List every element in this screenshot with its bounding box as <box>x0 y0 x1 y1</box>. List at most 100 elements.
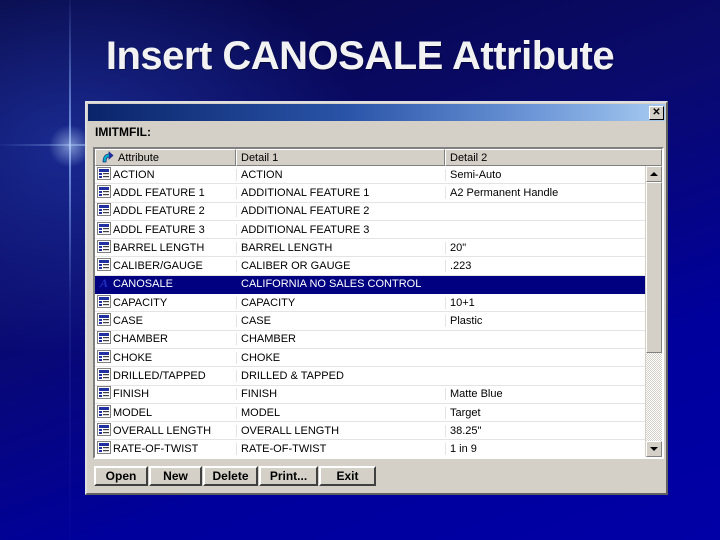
cell-attribute: CHAMBER <box>95 331 236 347</box>
cell-attribute: ACTION <box>95 166 236 183</box>
cell-attribute: ADDL FEATURE 2 <box>95 203 236 219</box>
cell-detail2: .223 <box>445 260 645 273</box>
record-icon <box>97 184 111 201</box>
cell-detail1: MODEL <box>236 406 445 419</box>
record-icon <box>97 313 111 329</box>
record-icon <box>97 367 111 384</box>
cell-attribute-label: ADDL FEATURE 2 <box>113 205 205 218</box>
cell-attribute: ADDL FEATURE 1 <box>95 184 236 201</box>
cell-attribute-label: FINISH <box>113 388 150 401</box>
cell-attribute: MODEL <box>95 404 236 421</box>
cell-detail1: RATE-OF-TWIST <box>236 443 445 456</box>
cell-detail1: CHOKE <box>236 351 445 364</box>
record-icon <box>97 441 111 457</box>
cell-attribute-label: CANOSALE <box>113 278 173 291</box>
scroll-up-arrow-icon[interactable] <box>646 166 662 182</box>
table-row[interactable]: MODEL MODEL Target <box>95 404 645 423</box>
cell-detail1: FINISH <box>236 388 445 401</box>
table-row[interactable]: CAPACITY CAPACITY 10+1 <box>95 294 645 313</box>
table-row[interactable]: FINISH FINISH Matte Blue <box>95 386 645 404</box>
table-row[interactable]: ADDL FEATURE 2 ADDITIONAL FEATURE 2 <box>95 203 645 221</box>
cell-detail2: A2 Permanent Handle <box>445 186 645 199</box>
record-icon <box>97 239 111 256</box>
cell-detail1: CALIBER OR GAUGE <box>236 260 445 273</box>
cell-attribute-label: ADDL FEATURE 1 <box>113 186 205 199</box>
cell-attribute: CHOKE <box>95 349 236 366</box>
cell-attribute: A CANOSALE <box>95 276 236 292</box>
table-row[interactable]: A CANOSALE CALIFORNIA NO SALES CONTROL <box>95 275 645 295</box>
table-row[interactable]: CALIBER/GAUGE CALIBER OR GAUGE .223 <box>95 257 645 276</box>
cell-detail2: 10+1 <box>445 296 645 309</box>
cell-attribute: FINISH <box>95 386 236 402</box>
cell-attribute-label: ACTION <box>113 168 155 181</box>
cell-attribute: CALIBER/GAUGE <box>95 258 236 274</box>
cell-attribute: ADDL FEATURE 3 <box>95 221 236 238</box>
page-title: Insert CANOSALE Attribute <box>105 34 615 78</box>
new-button[interactable]: New <box>149 466 202 486</box>
table-row[interactable]: CASE CASE Plastic <box>95 312 645 331</box>
attribute-list-control: Attribute Detail 1 Detail 2 ACTION ACTION… <box>93 147 664 459</box>
column-header-detail1[interactable]: Detail 1 <box>236 149 445 166</box>
table-row[interactable]: ADDL FEATURE 3 ADDITIONAL FEATURE 3 <box>95 221 645 240</box>
table-row[interactable]: RATE-OF-TWIST RATE-OF-TWIST 1 in 9 <box>95 440 645 457</box>
cell-detail1: ACTION <box>236 168 445 181</box>
delete-button[interactable]: Delete <box>203 466 258 486</box>
table-row[interactable]: ADDL FEATURE 1 ADDITIONAL FEATURE 1 A2 Per… <box>95 184 645 203</box>
record-icon <box>97 203 111 219</box>
column-header-attribute-label: Attribute <box>118 151 159 164</box>
cell-attribute-label: MODEL <box>113 406 153 419</box>
text-a-icon: A <box>97 276 111 292</box>
record-icon <box>97 331 111 347</box>
column-header-detail2[interactable]: Detail 2 <box>445 149 662 166</box>
cell-detail1: OVERALL LENGTH <box>236 424 445 437</box>
column-header-detail2-label: Detail 2 <box>450 151 488 164</box>
table-row[interactable]: CHAMBER CHAMBER <box>95 331 645 349</box>
scroll-down-arrow-icon[interactable] <box>646 441 662 457</box>
record-icon <box>97 349 111 366</box>
column-header-detail1-label: Detail 1 <box>241 151 279 164</box>
cell-attribute-label: BARREL LENGTH <box>113 241 205 254</box>
cell-attribute-label: RATE-OF-TWIST <box>113 443 199 456</box>
record-icon <box>97 404 111 421</box>
list-body-wrapper: ACTION ACTION Semi-Auto ADDL FEATURE 1 ADDIT… <box>95 166 662 457</box>
scrollbar-thumb[interactable] <box>646 182 662 353</box>
vertical-scrollbar[interactable] <box>645 166 662 457</box>
cell-attribute-label: OVERALL LENGTH <box>113 424 212 437</box>
table-row[interactable]: DRILLED/TAPPED DRILLED & TAPPED <box>95 367 645 386</box>
print-button[interactable]: Print... <box>259 466 318 486</box>
cell-attribute-label: CHOKE <box>113 351 153 364</box>
cell-attribute: BARREL LENGTH <box>95 239 236 256</box>
cell-attribute-label: CASE <box>113 315 143 328</box>
cell-attribute-label: DRILLED/TAPPED <box>113 369 206 382</box>
cell-detail2: 20" <box>445 241 645 254</box>
list-rows: ACTION ACTION Semi-Auto ADDL FEATURE 1 ADDIT… <box>95 166 645 457</box>
record-icon <box>97 258 111 274</box>
cell-attribute: OVERALL LENGTH <box>95 422 236 439</box>
open-button[interactable]: Open <box>94 466 148 486</box>
svg-text:A: A <box>99 276 108 289</box>
button-bar: Open New Delete Print... Exit <box>94 466 376 486</box>
record-icon <box>97 294 111 311</box>
background-vertical-accent-line <box>69 0 71 540</box>
cell-detail1: CALIFORNIA NO SALES CONTROL <box>236 278 445 291</box>
cell-attribute: RATE-OF-TWIST <box>95 441 236 457</box>
cell-attribute-label: CAPACITY <box>113 296 168 309</box>
table-row[interactable]: BARREL LENGTH BARREL LENGTH 20" <box>95 239 645 258</box>
table-row[interactable]: ACTION ACTION Semi-Auto <box>95 166 645 185</box>
scrollbar-track[interactable] <box>646 182 662 441</box>
sort-arrow-icon <box>102 151 114 163</box>
column-header-attribute[interactable]: Attribute <box>95 149 236 166</box>
application-window: ✕ IMITMFIL: Attribute Detail 1 Detail 2 … <box>85 101 668 495</box>
table-row[interactable]: OVERALL LENGTH OVERALL LENGTH 38.25" <box>95 422 645 441</box>
table-row[interactable]: CHOKE CHOKE <box>95 349 645 368</box>
cell-attribute-label: CALIBER/GAUGE <box>113 260 203 273</box>
exit-button[interactable]: Exit <box>319 466 376 486</box>
record-icon <box>97 386 111 402</box>
list-header: Attribute Detail 1 Detail 2 <box>95 149 662 166</box>
cell-attribute-label: CHAMBER <box>113 333 169 346</box>
cell-detail2: Semi-Auto <box>445 168 645 181</box>
close-icon[interactable]: ✕ <box>649 105 664 120</box>
cell-detail2: Matte Blue <box>445 388 645 401</box>
cell-attribute: CASE <box>95 313 236 329</box>
record-icon <box>97 422 111 439</box>
